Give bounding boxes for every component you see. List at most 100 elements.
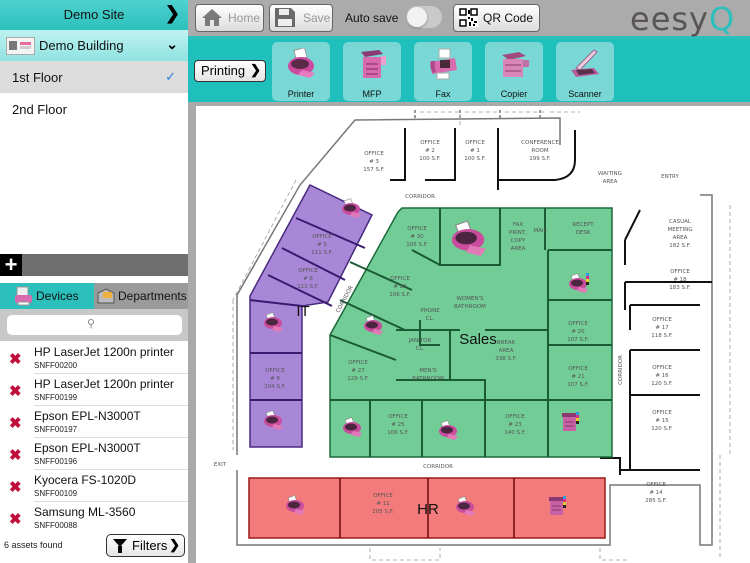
room-label: AREA	[499, 348, 514, 354]
svg-text:OFFICE# 15120 S.F.: OFFICE # 15 120 S.F.	[651, 410, 673, 432]
floor-plan-canvas[interactable]: OFFICE # 3 157 S.F. OFFICE # 2 100 S.F. OFFI…	[196, 106, 750, 563]
svg-text:OFFICE# 18183 S.F.: OFFICE # 18 183 S.F.	[669, 269, 691, 291]
department-label-it: IT	[296, 303, 309, 320]
room-label: OFFICE	[568, 366, 588, 372]
qr-code-icon	[459, 8, 478, 27]
asset-item[interactable]: ✖ HP LaserJet 1200n printer SNFF00199	[0, 374, 188, 406]
room-label: BATHROOM	[412, 376, 444, 382]
home-button[interactable]: Home	[195, 4, 264, 32]
filters-button[interactable]: Filters ❯	[106, 534, 185, 557]
room-area: 199 S.F.	[529, 156, 551, 162]
asset-item[interactable]: ✖ Samsung ML-3560 SNFF00088	[0, 502, 188, 529]
room-label: MEETING	[667, 227, 692, 233]
room-label: MAIL	[533, 228, 547, 234]
department-tab-icon	[97, 288, 115, 304]
room-area: 140 S.F.	[504, 430, 526, 436]
device-type-scanner[interactable]: Scanner	[556, 42, 614, 101]
room-label: AREA	[511, 246, 526, 252]
room-number: # 11	[376, 501, 389, 507]
room-area: 129 S.F.	[347, 376, 369, 382]
device-type-mfp[interactable]: MFP	[343, 42, 401, 101]
filter-icon	[113, 539, 127, 553]
eesyq-logo: eesyQ	[630, 0, 735, 38]
building-name: Demo Building	[39, 38, 124, 53]
room-number: # 29	[393, 284, 407, 290]
site-name: Demo Site	[63, 7, 125, 22]
home-label: Home	[228, 11, 261, 25]
remove-icon[interactable]: ✖	[9, 414, 22, 432]
remove-icon[interactable]: ✖	[9, 382, 22, 400]
svg-text:OFFICE# 16120 S.F.: OFFICE # 16 120 S.F.	[651, 365, 673, 387]
svg-text:OFFICE# 3157 S.F.: OFFICE # 3 157 S.F.	[363, 151, 385, 173]
asset-serial: SNFF00109	[34, 489, 78, 498]
qr-code-button[interactable]: QR Code	[453, 4, 540, 32]
room-area: 100 S.F.	[419, 156, 441, 162]
area-label: AREA	[603, 179, 618, 185]
room-label: OFFICE	[568, 321, 588, 327]
asset-item[interactable]: ✖ Kyocera FS-1020D SNFF00109	[0, 470, 188, 502]
room-number: # 21	[571, 374, 584, 380]
category-label: Printing	[201, 63, 246, 78]
asset-item[interactable]: ✖ Epson EPL-N3000T SNFF00196	[0, 438, 188, 470]
corridor-label: CORRIDOR	[423, 464, 453, 470]
svg-text:CONFERENCEROOM199 S.F.: CONFERENCE ROOM 199 S.F.	[521, 140, 559, 162]
tab-departments[interactable]: Departments	[94, 283, 188, 309]
toolbar: Home Save Auto save QR Code eesyQ	[188, 0, 750, 39]
search-input[interactable]: ⚲	[7, 315, 182, 335]
room-label: WOMEN'S	[456, 296, 484, 302]
copier-icon	[502, 52, 529, 77]
building-selector[interactable]: Demo Building ⌄	[0, 30, 188, 61]
device-type-label: Printer	[287, 89, 315, 99]
printing-category-button[interactable]: Printing ❯	[194, 60, 266, 82]
tab-devices[interactable]: Devices	[0, 283, 94, 309]
room-number: # 17	[655, 325, 669, 331]
asset-item[interactable]: ✖ Epson EPL-N3000T SNFF00197	[0, 406, 188, 438]
floor-item-1st[interactable]: 1st Floor ✓	[0, 61, 188, 93]
room-area: 111 S.F.	[311, 250, 333, 256]
room-area: 120 S.F.	[651, 426, 673, 432]
floor-plan[interactable]: OFFICE # 3 157 S.F. OFFICE # 2 100 S.F. OFFI…	[196, 106, 750, 563]
room-area: 183 S.F.	[669, 285, 691, 291]
remove-icon[interactable]: ✖	[9, 478, 22, 496]
add-bar: +	[0, 254, 188, 276]
entry-label: ENTRY	[661, 174, 679, 180]
remove-icon[interactable]: ✖	[9, 446, 22, 464]
qr-code-label: QR Code	[483, 11, 534, 25]
room-area: 107 S.F.	[567, 337, 589, 343]
asset-serial: SNFF00199	[34, 393, 78, 402]
room-number: # 20	[571, 329, 585, 335]
save-icon	[275, 8, 295, 27]
site-selector[interactable]: Demo Site ❯	[0, 0, 188, 30]
room-number: # 18	[673, 277, 687, 283]
room-area: 106 S.F.	[387, 430, 409, 436]
asset-name: Epson EPL-N3000T	[34, 409, 141, 423]
room-area: 338 S.F.	[495, 356, 517, 362]
sidebar: Demo Site ❯ Demo Building ⌄ 1st Floor ✓ …	[0, 0, 188, 563]
floor-label: 2nd Floor	[12, 102, 67, 117]
room-number: # 2	[425, 148, 435, 154]
room-label: COPY	[511, 238, 526, 244]
floor-item-2nd[interactable]: 2nd Floor	[0, 93, 188, 125]
device-type-printer[interactable]: Printer	[272, 42, 330, 101]
remove-icon[interactable]: ✖	[9, 350, 22, 368]
asset-name: Kyocera FS-1020D	[34, 473, 137, 487]
remove-icon[interactable]: ✖	[9, 510, 22, 528]
room-area: 120 S.F.	[651, 381, 673, 387]
room-area: 182 S.F.	[669, 243, 691, 249]
room-label: BATHROOM	[454, 304, 486, 310]
device-type-fax[interactable]: Fax	[414, 42, 472, 101]
room-label: OFFICE	[390, 276, 410, 282]
room-label: AREA	[673, 235, 688, 241]
room-label: OFFICE	[373, 493, 393, 499]
device-type-label: Fax	[435, 89, 451, 99]
room-label: CONFERENCE	[521, 140, 559, 146]
device-type-copier[interactable]: Copier	[485, 42, 543, 101]
autosave-toggle[interactable]	[406, 6, 442, 28]
asset-serial: SNFF00196	[34, 457, 78, 466]
save-button[interactable]: Save	[269, 4, 333, 32]
asset-name: HP LaserJet 1200n printer	[34, 377, 174, 391]
add-floor-button[interactable]: +	[0, 254, 22, 276]
room-number: # 23	[508, 422, 522, 428]
svg-text:WAITINGAREA: WAITING AREA	[598, 171, 622, 185]
asset-item[interactable]: ✖ HP LaserJet 1200n printer SNFF00200	[0, 342, 188, 374]
